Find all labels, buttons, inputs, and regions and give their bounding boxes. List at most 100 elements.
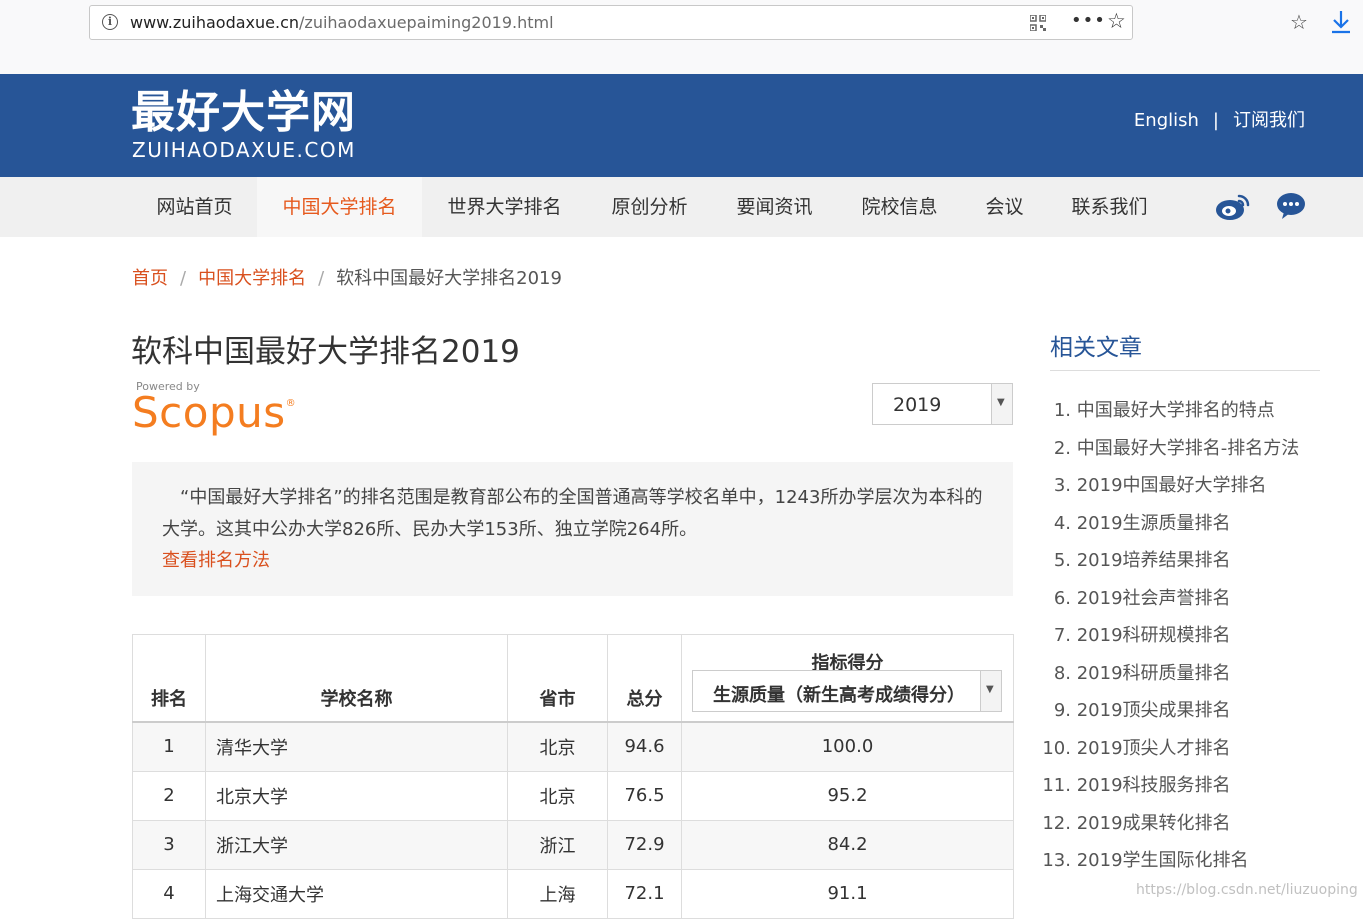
wechat-icon[interactable] bbox=[1276, 192, 1306, 220]
related-article-link[interactable]: 5. 2019培养结果排名 bbox=[1030, 546, 1330, 584]
nav-item-home[interactable]: 网站首页 bbox=[132, 177, 257, 237]
site-info-icon[interactable]: i bbox=[102, 14, 118, 30]
nav-item-institutions[interactable]: 院校信息 bbox=[837, 177, 962, 237]
ranking-method-link[interactable]: 查看排名方法 bbox=[162, 546, 983, 576]
breadcrumb-current: 软科中国最好大学排名2019 bbox=[336, 268, 562, 289]
article-title: 2019科研规模排名 bbox=[1076, 625, 1231, 646]
related-article-link[interactable]: 2. 中国最好大学排名-排名方法 bbox=[1030, 434, 1330, 472]
article-title: 2019科研质量排名 bbox=[1076, 662, 1231, 684]
article-number: 10. bbox=[1042, 737, 1071, 759]
cell-province: 北京 bbox=[507, 721, 608, 772]
column-header-rank[interactable]: 排名 bbox=[132, 634, 206, 722]
article-number: 2. bbox=[1053, 437, 1071, 459]
cell-province: 北京 bbox=[507, 770, 608, 821]
related-article-link[interactable]: 4. 2019生源质量排名 bbox=[1030, 509, 1330, 547]
related-article-link[interactable]: 7. 2019科研规模排名 bbox=[1030, 621, 1330, 659]
cell-total-score: 72.9 bbox=[607, 819, 682, 870]
qr-code-icon[interactable] bbox=[1030, 15, 1046, 31]
year-select-toggle[interactable]: ▼ bbox=[991, 384, 1012, 424]
download-icon[interactable] bbox=[1330, 9, 1352, 35]
related-article-link[interactable]: 8. 2019科研质量排名 bbox=[1030, 659, 1330, 697]
english-link[interactable]: English bbox=[1134, 110, 1199, 131]
article-title: 2019中国最好大学排名 bbox=[1076, 475, 1267, 496]
subscribe-link[interactable]: 订阅我们 bbox=[1233, 106, 1305, 132]
nav-item-contact[interactable]: 联系我们 bbox=[1047, 177, 1172, 237]
related-article-link[interactable]: 9. 2019顶尖成果排名 bbox=[1030, 696, 1330, 734]
scopus-logo-text: Scopus bbox=[132, 388, 286, 437]
table-row: 2 北京大学 北京 76.5 95.2 bbox=[132, 770, 1014, 821]
article-title: 2019成果转化排名 bbox=[1076, 812, 1231, 834]
article-title: 2019培养结果排名 bbox=[1076, 550, 1231, 571]
article-title: 2019科技服务排名 bbox=[1076, 775, 1231, 796]
intro-text: “中国最好大学排名”的排名范围是教育部公布的全国普通高等学校名单中，1243所办… bbox=[162, 482, 983, 546]
related-article-link[interactable]: 13. 2019学生国际化排名 bbox=[1030, 846, 1330, 884]
related-article-link[interactable]: 11. 2019科技服务排名 bbox=[1030, 771, 1330, 809]
breadcrumb-home-link[interactable]: 首页 bbox=[132, 268, 168, 289]
cell-rank: 2 bbox=[132, 770, 206, 821]
article-number: 5. bbox=[1053, 550, 1071, 571]
nav-item-news[interactable]: 要闻资讯 bbox=[712, 177, 837, 237]
url-host: www.zuihaodaxue.cn bbox=[130, 13, 300, 32]
nav-item-analysis[interactable]: 原创分析 bbox=[587, 177, 712, 237]
column-header-score[interactable]: 总分 bbox=[607, 634, 682, 722]
more-actions-icon[interactable]: ••• bbox=[1071, 10, 1106, 31]
article-number: 3. bbox=[1053, 475, 1071, 496]
bookmarks-library-icon[interactable]: ☆ bbox=[1290, 10, 1308, 34]
related-articles-list: 1. 中国最好大学排名的特点 2. 中国最好大学排名-排名方法 3. 2019中… bbox=[1030, 396, 1330, 884]
ranking-table: 排名 学校名称 省市 总分 指标得分 生源质量（新生高考成绩得分） ▼ 1 清华… bbox=[132, 634, 1014, 919]
cell-rank: 3 bbox=[132, 819, 206, 870]
weibo-icon[interactable] bbox=[1215, 193, 1251, 221]
cell-total-score: 72.1 bbox=[607, 868, 682, 919]
column-header-province[interactable]: 省市 bbox=[507, 634, 608, 722]
indicator-select[interactable]: 生源质量（新生高考成绩得分） ▼ bbox=[692, 670, 1002, 712]
related-article-link[interactable]: 3. 2019中国最好大学排名 bbox=[1030, 471, 1330, 509]
related-article-link[interactable]: 10. 2019顶尖人才排名 bbox=[1030, 734, 1330, 772]
chevron-down-icon: ▼ bbox=[986, 684, 994, 695]
table-row: 3 浙江大学 浙江 72.9 84.2 bbox=[132, 819, 1014, 870]
column-header-name[interactable]: 学校名称 bbox=[205, 634, 508, 722]
indicator-select-value: 生源质量（新生高考成绩得分） bbox=[713, 685, 965, 706]
article-title: 2019学生国际化排名 bbox=[1076, 850, 1249, 871]
cell-indicator-score: 95.2 bbox=[681, 770, 1014, 821]
cell-university-name: 北京大学 bbox=[205, 770, 508, 821]
article-number: 8. bbox=[1053, 662, 1071, 684]
indicator-select-toggle[interactable]: ▼ bbox=[980, 671, 1001, 711]
related-article-link[interactable]: 1. 中国最好大学排名的特点 bbox=[1030, 396, 1330, 434]
cell-indicator-score: 84.2 bbox=[681, 819, 1014, 870]
article-number: 11. bbox=[1042, 775, 1071, 796]
header-separator: | bbox=[1212, 110, 1219, 131]
cell-indicator-score: 91.1 bbox=[681, 868, 1014, 919]
breadcrumb-separator: / bbox=[318, 268, 325, 289]
article-title: 2019顶尖人才排名 bbox=[1076, 737, 1231, 759]
table-row: 1 清华大学 北京 94.6 100.0 bbox=[132, 721, 1014, 772]
site-logo[interactable]: 最好大学网 bbox=[131, 88, 356, 138]
sidebar-divider bbox=[1050, 370, 1320, 371]
nav-item-conferences[interactable]: 会议 bbox=[962, 177, 1047, 237]
site-header: 最好大学网 ZUIHAODAXUE.COM English | 订阅我们 bbox=[0, 74, 1363, 177]
article-number: 7. bbox=[1053, 625, 1071, 646]
article-title: 中国最好大学排名-排名方法 bbox=[1076, 437, 1300, 459]
main-nav: 网站首页 中国大学排名 世界大学排名 原创分析 要闻资讯 院校信息 会议 联系我… bbox=[0, 177, 1363, 237]
cell-university-name: 上海交通大学 bbox=[205, 868, 508, 919]
article-title: 2019生源质量排名 bbox=[1076, 512, 1231, 534]
intro-text-content: “中国最好大学排名”的排名范围是教育部公布的全国普通高等学校名单中，1243所办… bbox=[162, 487, 983, 540]
address-bar[interactable]: i www.zuihaodaxue.cn/zuihaodaxuepaiming2… bbox=[89, 5, 1133, 40]
breadcrumb-section-link[interactable]: 中国大学排名 bbox=[198, 268, 306, 289]
article-title: 2019顶尖成果排名 bbox=[1076, 700, 1231, 721]
cell-province: 浙江 bbox=[507, 819, 608, 870]
page-title: 软科中国最好大学排名2019 bbox=[131, 334, 520, 370]
chevron-down-icon: ▼ bbox=[997, 397, 1005, 408]
related-article-link[interactable]: 6. 2019社会声誉排名 bbox=[1030, 584, 1330, 622]
cell-total-score: 76.5 bbox=[607, 770, 682, 821]
article-number: 12. bbox=[1042, 812, 1071, 834]
nav-item-world-ranking[interactable]: 世界大学排名 bbox=[422, 177, 587, 237]
related-article-link[interactable]: 12. 2019成果转化排名 bbox=[1030, 809, 1330, 847]
year-select[interactable]: 2019 ▼ bbox=[872, 383, 1013, 425]
article-title: 中国最好大学排名的特点 bbox=[1076, 400, 1275, 421]
url-text[interactable]: www.zuihaodaxue.cn/zuihaodaxuepaiming201… bbox=[130, 13, 554, 32]
scopus-logo: Scopus® bbox=[132, 388, 296, 437]
bookmark-star-icon[interactable]: ☆ bbox=[1107, 9, 1126, 33]
cell-rank: 4 bbox=[132, 868, 206, 919]
nav-item-china-ranking[interactable]: 中国大学排名 bbox=[257, 177, 422, 237]
year-select-value: 2019 bbox=[893, 394, 942, 416]
